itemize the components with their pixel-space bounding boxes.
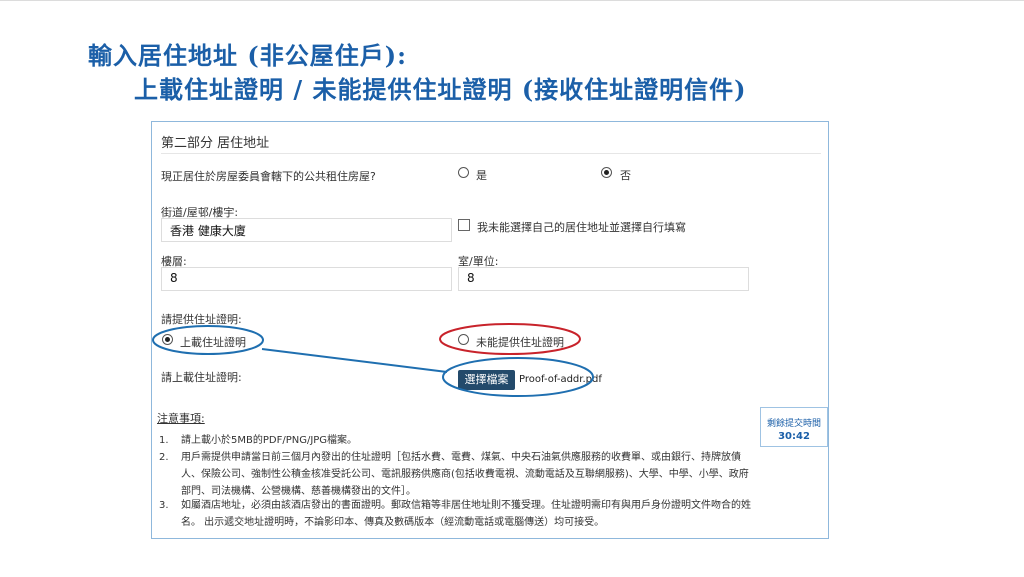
connector-line (261, 348, 448, 373)
annotation-overlay (152, 323, 594, 397)
file-upload-highlight (442, 357, 594, 397)
upload-option-highlight (152, 325, 264, 355)
cannot-provide-highlight (439, 323, 581, 355)
